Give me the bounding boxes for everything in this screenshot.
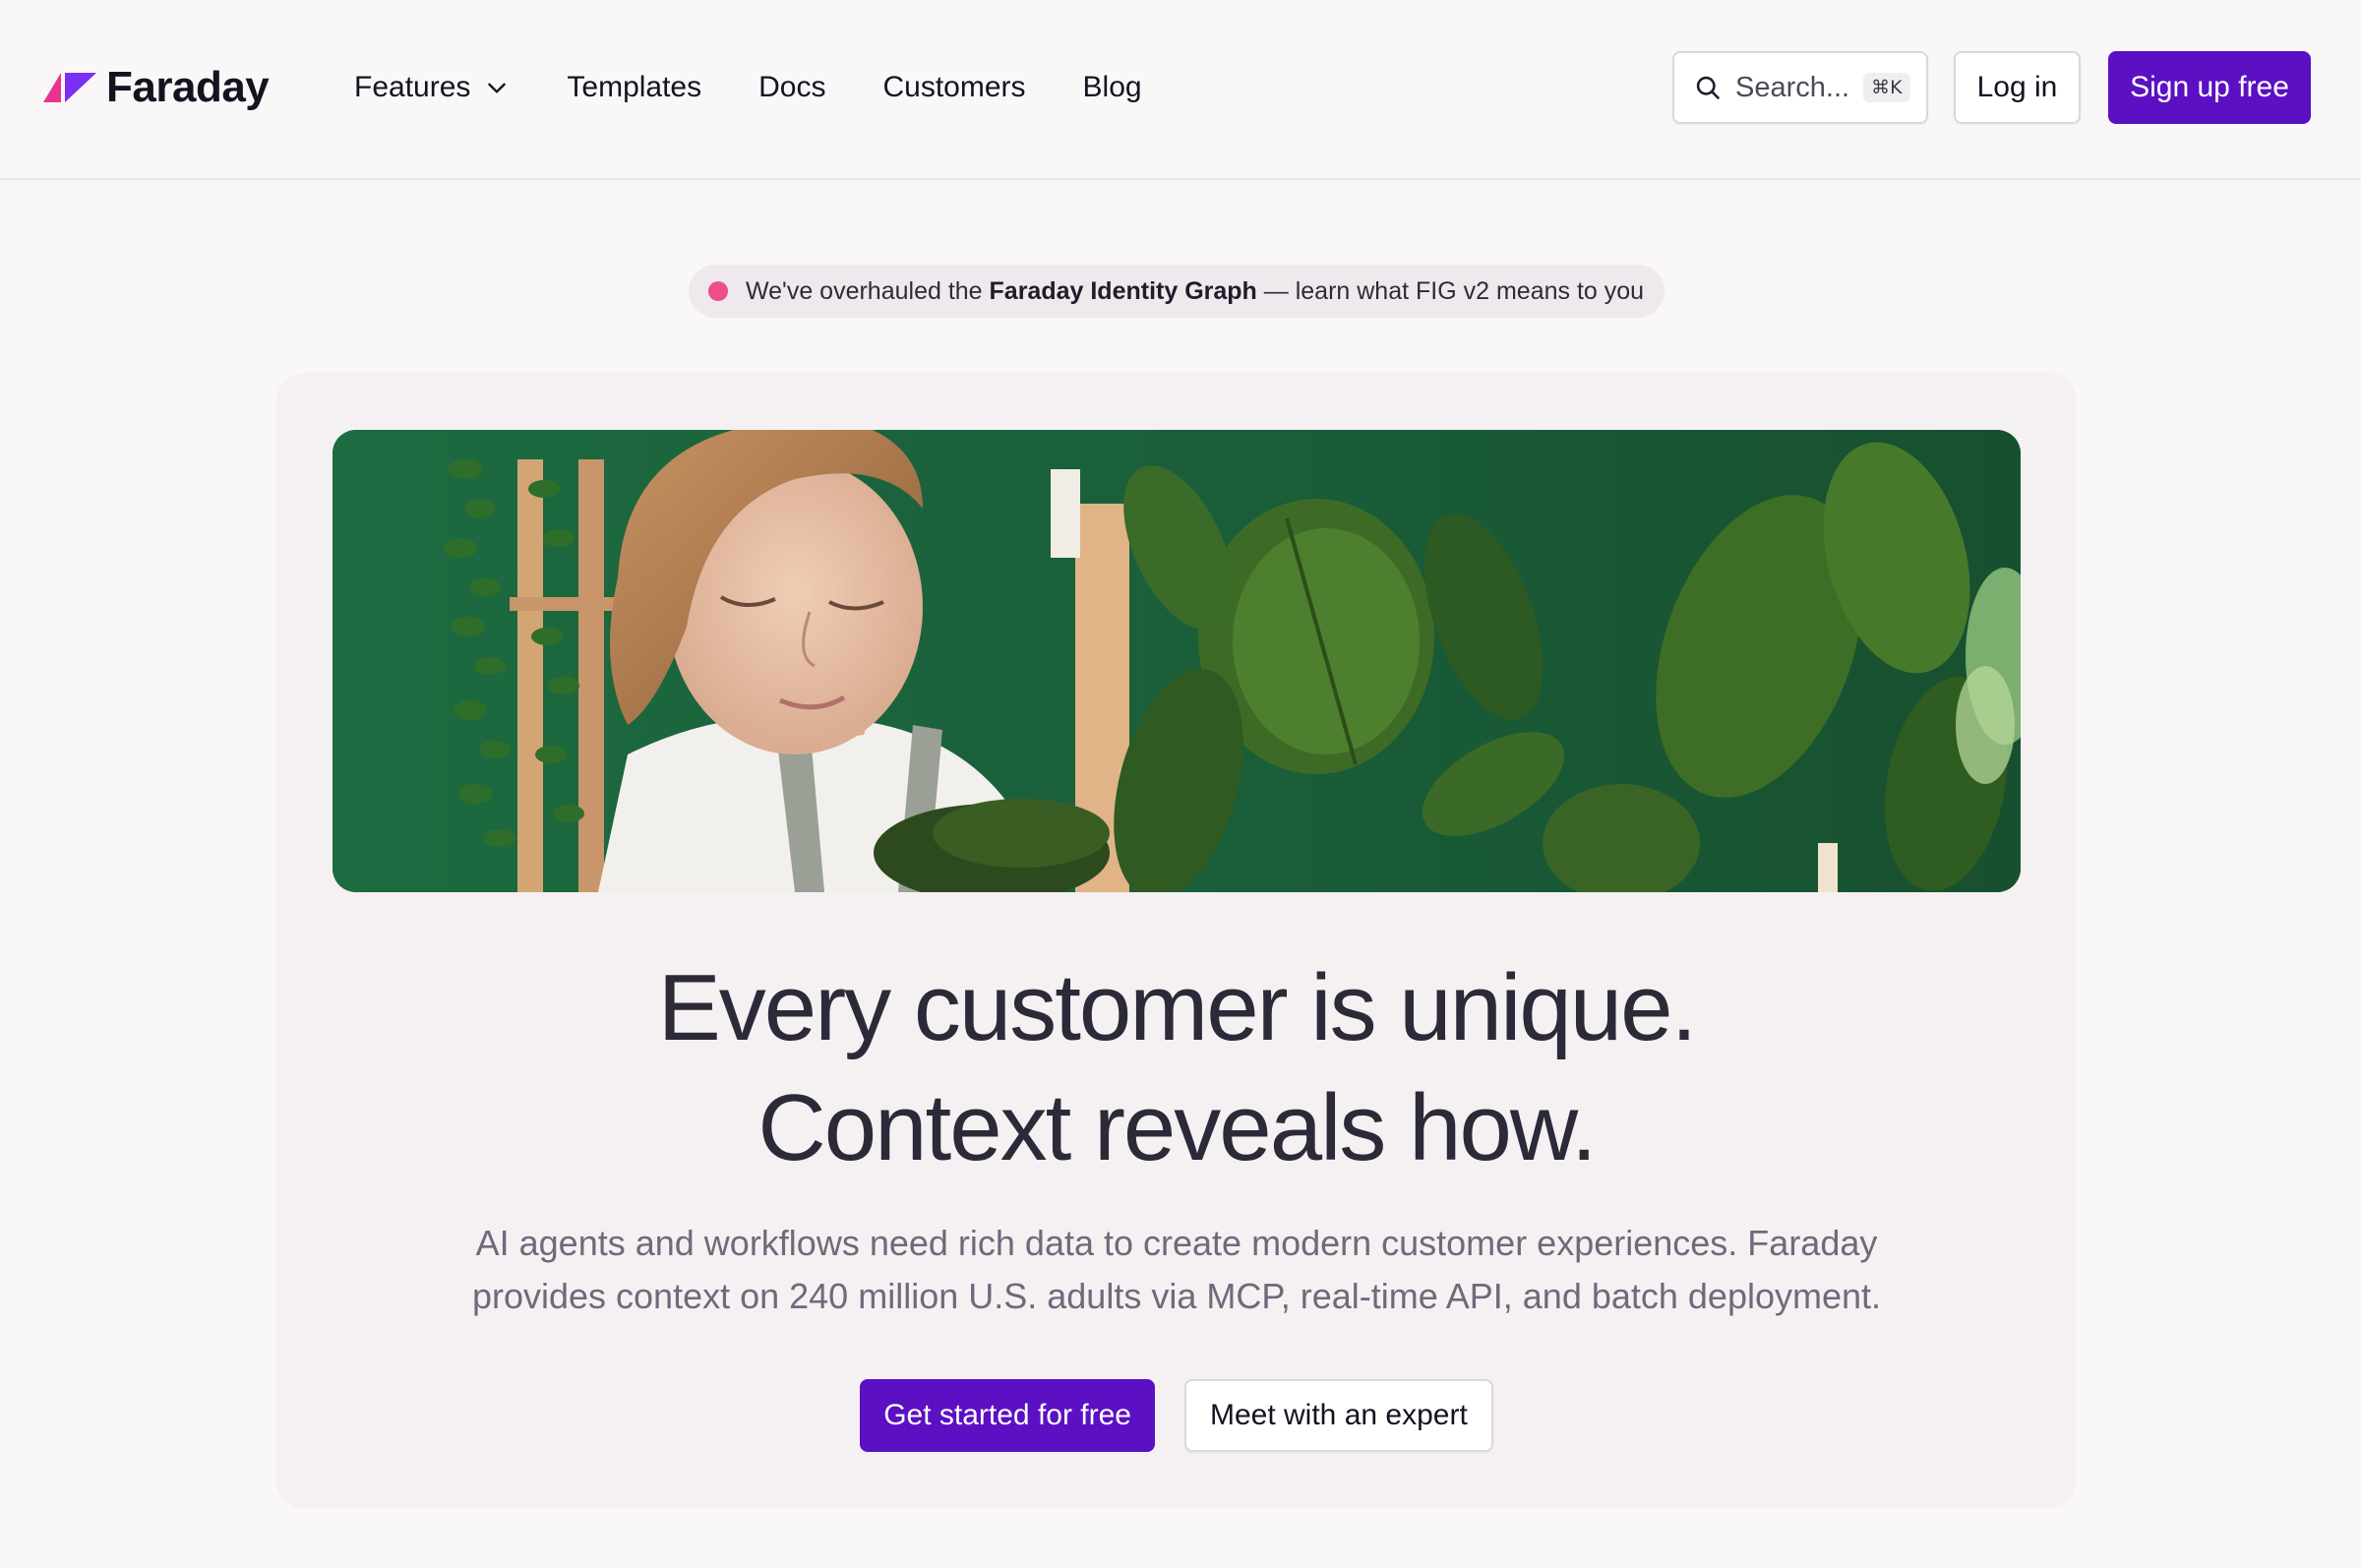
main-nav: Features Templates Docs Customers Blog [354, 59, 1142, 116]
search-button[interactable]: Search... ⌘K [1672, 51, 1928, 124]
hero-image [333, 430, 2021, 892]
nav-item-label: Blog [1082, 71, 1142, 103]
login-button[interactable]: Log in [1954, 51, 2081, 124]
faraday-logo-icon [43, 73, 96, 102]
status-dot [708, 281, 728, 301]
hero-card: Every customer is unique. Context reveal… [276, 373, 2077, 1509]
nav-item-label: Docs [758, 71, 826, 103]
headline-line-2: Context reveals how. [757, 1075, 1597, 1180]
search-icon [1696, 76, 1720, 99]
site-header: Faraday Features Templates Docs Customer… [0, 0, 2361, 180]
hero-headline: Every customer is unique. Context reveal… [276, 948, 2077, 1188]
meet-expert-button[interactable]: Meet with an expert [1183, 1379, 1493, 1452]
description-line-2: provides context on 240 million U.S. adu… [471, 1276, 1882, 1316]
announcement-prefix: We've overhauled the [746, 276, 990, 305]
chevron-down-icon [488, 83, 507, 93]
nav-item-blog[interactable]: Blog [1083, 71, 1142, 104]
nav-item-docs[interactable]: Docs [758, 71, 825, 104]
hero-photo-illustration [333, 430, 2021, 892]
announcement-banner[interactable]: We've overhauled the Faraday Identity Gr… [689, 265, 1665, 318]
cta-group: Get started for free Meet with an expert [276, 1379, 2077, 1452]
nav-item-label: Templates [567, 71, 702, 103]
nav-item-label: Features [354, 71, 471, 103]
search-placeholder: Search... [1735, 71, 1850, 103]
logo-text: Faraday [106, 63, 270, 111]
announcement-highlight: Faraday Identity Graph [989, 276, 1257, 305]
search-shortcut: ⌘K [1863, 73, 1910, 102]
get-started-button[interactable]: Get started for free [860, 1379, 1155, 1452]
announcement-text: We've overhauled the Faraday Identity Gr… [746, 277, 1644, 306]
announcement-suffix: — learn what FIG v2 means to you [1256, 276, 1645, 305]
hero-description: AI agents and workflows need rich data t… [424, 1217, 1929, 1323]
nav-item-features[interactable]: Features [354, 71, 510, 104]
headline-line-1: Every customer is unique. [657, 955, 1697, 1060]
logo-link[interactable]: Faraday [43, 61, 270, 114]
nav-item-templates[interactable]: Templates [567, 71, 701, 104]
signup-button[interactable]: Sign up free [2108, 51, 2311, 124]
description-line-1: AI agents and workflows need rich data t… [475, 1223, 1878, 1263]
nav-item-label: Customers [882, 71, 1026, 103]
nav-item-customers[interactable]: Customers [882, 71, 1025, 104]
